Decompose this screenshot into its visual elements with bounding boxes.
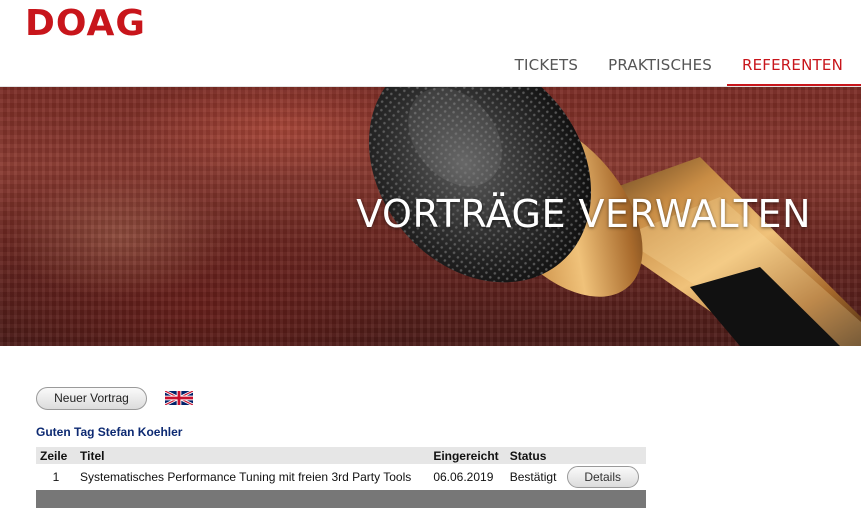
column-header-submitted: Eingereicht	[429, 447, 506, 464]
table-row: 1 Systematisches Performance Tuning mit …	[36, 464, 646, 489]
doag-logo[interactable]: DOAG	[25, 6, 146, 42]
table-header-row: Zeile Titel Eingereicht Status	[36, 447, 646, 464]
uk-flag-icon[interactable]	[165, 390, 193, 406]
hero-banner: VORTRÄGE VERWALTEN	[0, 87, 861, 346]
status-text: Bestätigt	[509, 469, 557, 484]
column-header-row: Zeile	[36, 447, 76, 464]
table-footer-bar	[36, 490, 646, 508]
column-header-title: Titel	[76, 447, 430, 464]
column-header-action	[562, 447, 646, 464]
greeting-text: Guten Tag Stefan Koehler	[36, 425, 183, 439]
details-button[interactable]: Details	[566, 465, 639, 488]
column-header-status: Status	[505, 447, 563, 464]
talk-title: Systematisches Performance Tuning mit fr…	[80, 469, 412, 484]
nav-item-praktisches[interactable]: PRAKTISCHES	[593, 56, 727, 86]
main-nav: TICKETS PRAKTISCHES REFERENTEN	[500, 56, 861, 86]
nav-item-tickets[interactable]: TICKETS	[500, 56, 593, 86]
nav-item-referenten[interactable]: REFERENTEN	[727, 56, 861, 86]
page-title: VORTRÄGE VERWALTEN	[356, 192, 811, 236]
row-number: 1	[52, 469, 60, 484]
submitted-date: 06.06.2019	[433, 469, 494, 484]
talks-table: Zeile Titel Eingereicht Status 1 Systema…	[36, 447, 646, 489]
new-talk-button[interactable]: Neuer Vortrag	[36, 387, 147, 410]
action-cell: Details	[563, 464, 646, 489]
